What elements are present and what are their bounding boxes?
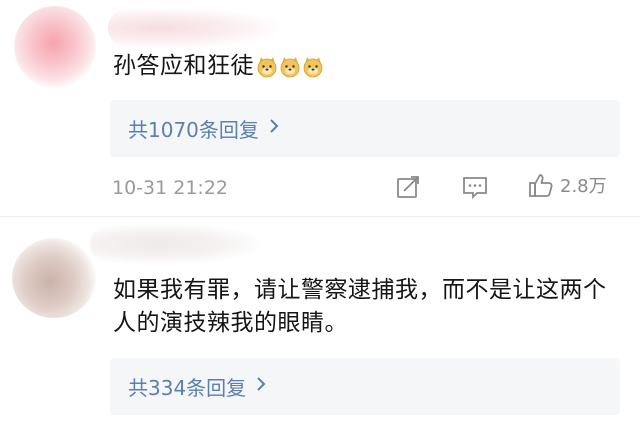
- comment-item: 如果我有罪，请让警察逮捕我，而不是让这两个人的演技辣我的眼睛。 共334条回复: [0, 218, 640, 424]
- avatar[interactable]: [14, 6, 96, 88]
- username-blurred[interactable]: [90, 224, 260, 264]
- chevron-right-icon: [269, 118, 279, 139]
- emoji-group: [256, 56, 324, 78]
- like-button[interactable]: 2.8万: [528, 172, 607, 198]
- doge-emoji: [303, 56, 323, 77]
- action-bar: 2.8万: [0, 170, 640, 204]
- replies-label: 共1070条回复: [128, 118, 259, 142]
- divider: [0, 216, 640, 217]
- comment-item: 孙答应和狂徒 共1070条回复 10-31 21:22 2.8万: [0, 0, 640, 216]
- share-button[interactable]: [395, 174, 421, 200]
- chevron-right-icon: [256, 376, 266, 397]
- thumbs-up-icon: [529, 174, 553, 197]
- like-count: 2.8万: [560, 176, 607, 197]
- comment-button[interactable]: [462, 174, 488, 200]
- comment-text: 孙答应和狂徒: [113, 50, 324, 83]
- doge-emoji: [280, 56, 300, 77]
- replies-link[interactable]: 共1070条回复: [110, 100, 620, 157]
- comment-text: 如果我有罪，请让警察逮捕我，而不是让这两个人的演技辣我的眼睛。: [113, 277, 607, 336]
- avatar[interactable]: [12, 238, 96, 318]
- comment-icon: [463, 177, 487, 200]
- share-icon: [397, 176, 419, 198]
- username-blurred[interactable]: [108, 8, 278, 48]
- replies-label: 共334条回复: [128, 376, 247, 400]
- replies-link[interactable]: 共334条回复: [110, 358, 620, 415]
- doge-emoji: [257, 56, 277, 77]
